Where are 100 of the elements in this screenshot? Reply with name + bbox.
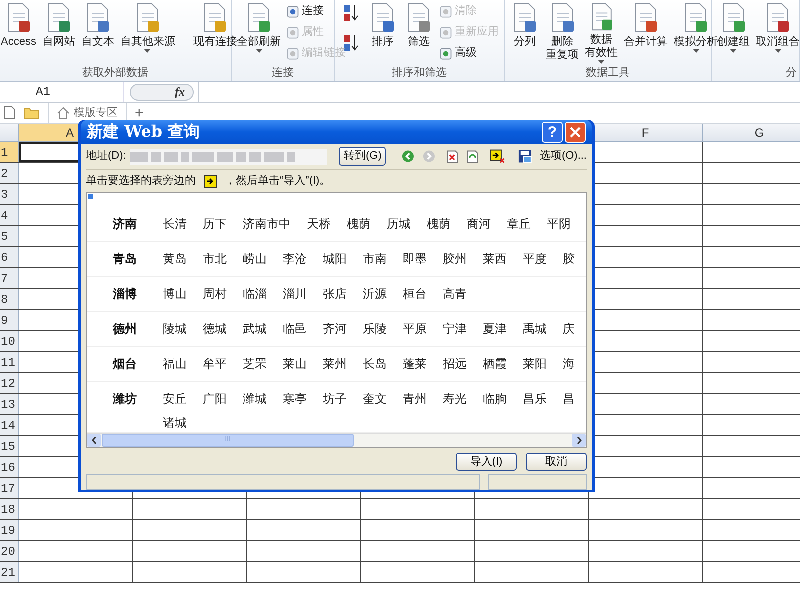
district-link[interactable]: 安丘: [163, 390, 187, 408]
ribbon-small-button[interactable]: 高级: [439, 44, 499, 63]
district-link[interactable]: 牟平: [203, 355, 227, 373]
district-link[interactable]: 夏津: [483, 320, 507, 338]
row-header[interactable]: 4: [0, 205, 19, 225]
row-header[interactable]: 11: [0, 352, 19, 372]
district-link[interactable]: 寿光: [443, 390, 467, 408]
row-header[interactable]: 14: [0, 415, 19, 435]
district-link[interactable]: 城阳: [323, 250, 347, 268]
add-tab-button[interactable]: +: [131, 106, 148, 120]
row-header[interactable]: 19: [0, 520, 19, 540]
address-field[interactable]: [130, 148, 328, 164]
row-header[interactable]: 8: [0, 289, 19, 309]
district-link[interactable]: 市南: [363, 250, 387, 268]
folder-icon[interactable]: [24, 106, 40, 120]
district-link[interactable]: 市北: [203, 250, 227, 268]
district-link[interactable]: 禹城: [523, 320, 547, 338]
row-header[interactable]: 2: [0, 163, 19, 183]
ribbon-button[interactable]: 数据 有效性: [584, 0, 619, 64]
district-link[interactable]: 坊子: [323, 390, 347, 408]
save-icon[interactable]: [518, 149, 532, 164]
sort-ascending-icon[interactable]: [343, 4, 359, 22]
row-header[interactable]: 3: [0, 184, 19, 204]
show-icons-icon[interactable]: [490, 149, 506, 164]
ribbon-button[interactable]: 排序: [367, 0, 399, 64]
scroll-right-button[interactable]: [572, 434, 586, 447]
district-link[interactable]: 沂源: [363, 285, 387, 303]
district-link[interactable]: 淄川: [283, 285, 307, 303]
district-link[interactable]: 桓台: [403, 285, 427, 303]
ribbon-button[interactable]: Access: [0, 0, 38, 64]
district-link[interactable]: 莱州: [323, 355, 347, 373]
stop-icon[interactable]: [447, 150, 459, 164]
district-link[interactable]: 莱阳: [523, 355, 547, 373]
district-link[interactable]: 寒亭: [283, 390, 307, 408]
district-link[interactable]: 平阴: [547, 215, 571, 233]
district-link[interactable]: 齐河: [323, 320, 347, 338]
row-header[interactable]: 17: [0, 478, 19, 498]
district-link[interactable]: 武城: [243, 320, 267, 338]
district-link[interactable]: 莱山: [283, 355, 307, 373]
ribbon-button[interactable]: 筛选: [403, 0, 435, 64]
district-link[interactable]: 历城: [387, 215, 411, 233]
district-link[interactable]: 天桥: [307, 215, 331, 233]
district-link[interactable]: 临邑: [283, 320, 307, 338]
district-link[interactable]: 李沧: [283, 250, 307, 268]
ribbon-button[interactable]: 合并计算: [623, 0, 669, 64]
district-link[interactable]: 长清: [163, 215, 187, 233]
row-header[interactable]: 10: [0, 331, 19, 351]
district-link[interactable]: 福山: [163, 355, 187, 373]
district-link[interactable]: 青州: [403, 390, 427, 408]
district-link[interactable]: 济南市中: [243, 215, 291, 233]
cancel-button[interactable]: 取消: [526, 453, 587, 471]
district-link[interactable]: 槐荫: [347, 215, 371, 233]
district-link[interactable]: 高青: [443, 285, 467, 303]
district-link[interactable]: 陵城: [163, 320, 187, 338]
ribbon-button[interactable]: 分列: [509, 0, 541, 64]
district-link[interactable]: 博山: [163, 285, 187, 303]
district-link[interactable]: 潍城: [243, 390, 267, 408]
district-link[interactable]: 广阳: [203, 390, 227, 408]
row-header[interactable]: 7: [0, 268, 19, 288]
help-button[interactable]: ?: [542, 122, 563, 142]
district-link[interactable]: 招远: [443, 355, 467, 373]
row-header[interactable]: 1: [0, 142, 19, 162]
scroll-left-button[interactable]: [87, 434, 101, 447]
row-header[interactable]: 21: [0, 562, 19, 582]
district-link[interactable]: 周村: [203, 285, 227, 303]
district-link[interactable]: 海: [563, 355, 575, 373]
ribbon-button[interactable]: 取消组合: [755, 0, 800, 64]
ribbon-button[interactable]: 现有连接: [192, 0, 238, 64]
refresh-icon[interactable]: [466, 150, 478, 164]
district-link[interactable]: 章丘: [507, 215, 531, 233]
import-button[interactable]: 导入(I): [456, 453, 517, 471]
row-header[interactable]: 9: [0, 310, 19, 330]
ribbon-button[interactable]: 全部刷新: [236, 0, 282, 64]
district-link[interactable]: 胶州: [443, 250, 467, 268]
options-button[interactable]: 选项(O)...: [540, 148, 587, 165]
district-link[interactable]: 历下: [203, 215, 227, 233]
table-marker-icon[interactable]: [88, 194, 93, 199]
district-link[interactable]: 临淄: [243, 285, 267, 303]
row-header[interactable]: 5: [0, 226, 19, 246]
district-link[interactable]: 平度: [523, 250, 547, 268]
document-tab[interactable]: 模版专区: [48, 103, 127, 123]
district-link[interactable]: 昌: [563, 390, 575, 408]
row-header[interactable]: 20: [0, 541, 19, 561]
district-link[interactable]: 胶: [563, 250, 575, 268]
district-link[interactable]: 蓬莱: [403, 355, 427, 373]
district-link[interactable]: 崂山: [243, 250, 267, 268]
back-icon[interactable]: [402, 150, 415, 163]
column-header[interactable]: G: [703, 124, 800, 141]
ribbon-button[interactable]: 创建组: [716, 0, 751, 64]
district-link[interactable]: 莱西: [483, 250, 507, 268]
district-link[interactable]: 奎文: [363, 390, 387, 408]
row-header[interactable]: 18: [0, 499, 19, 519]
row-header[interactable]: 15: [0, 436, 19, 456]
district-link[interactable]: 诸城: [163, 414, 187, 432]
ribbon-button[interactable]: 自网站: [41, 0, 76, 64]
district-link[interactable]: 黄岛: [163, 250, 187, 268]
district-link[interactable]: 商河: [467, 215, 491, 233]
name-box[interactable]: A1: [0, 82, 124, 102]
district-link[interactable]: 昌乐: [523, 390, 547, 408]
district-link[interactable]: 庆: [563, 320, 575, 338]
